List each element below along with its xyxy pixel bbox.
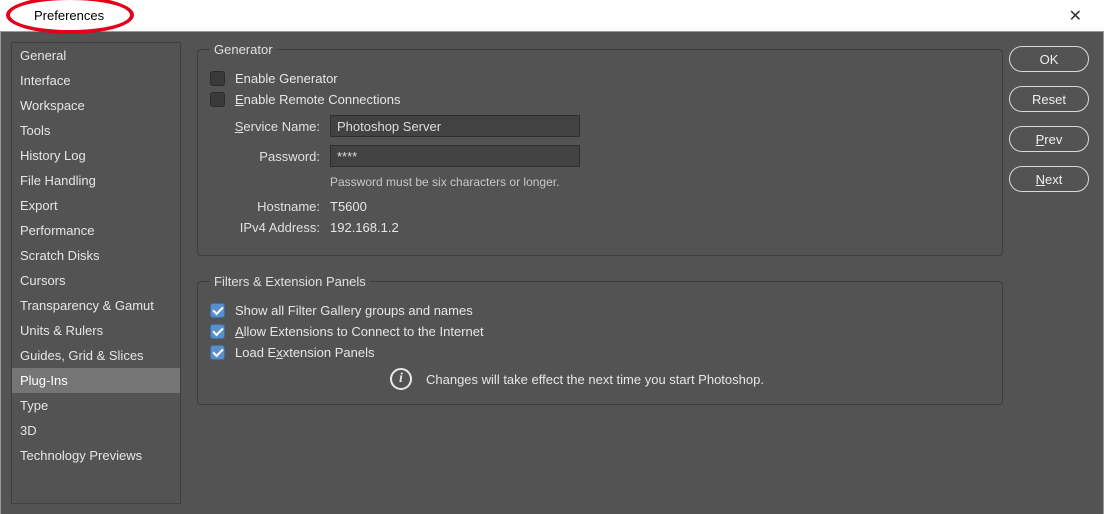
sidebar-item-units-rulers[interactable]: Units & Rulers: [12, 318, 180, 343]
enable-generator-checkbox[interactable]: [210, 71, 225, 86]
close-icon[interactable]: ✕: [1061, 2, 1090, 30]
enable-generator-label: Enable Generator: [235, 71, 338, 86]
sidebar-item-history-log[interactable]: History Log: [12, 143, 180, 168]
sidebar-item-cursors[interactable]: Cursors: [12, 268, 180, 293]
sidebar-item-tools[interactable]: Tools: [12, 118, 180, 143]
filters-group: Filters & Extension Panels Show all Filt…: [197, 274, 1003, 405]
generator-group: Generator Enable Generator Enable Remote…: [197, 42, 1003, 256]
info-icon: i: [390, 368, 412, 390]
load-ext-label: Load Exxtension Panels: [235, 345, 374, 360]
ipv4-value: 192.168.1.2: [330, 220, 399, 235]
sidebar-item-transparency-gamut[interactable]: Transparency & Gamut: [12, 293, 180, 318]
sidebar-item-3d[interactable]: 3D: [12, 418, 180, 443]
reset-button[interactable]: Reset: [1009, 86, 1089, 112]
sidebar-item-scratch-disks[interactable]: Scratch Disks: [12, 243, 180, 268]
ok-button[interactable]: OK: [1009, 46, 1089, 72]
enable-remote-label: Enable Remote Connections: [235, 92, 401, 107]
sidebar-item-export[interactable]: Export: [12, 193, 180, 218]
allow-ext-checkbox[interactable]: [210, 324, 225, 339]
sidebar-item-technology-previews[interactable]: Technology Previews: [12, 443, 180, 468]
service-name-input[interactable]: [330, 115, 580, 137]
password-hint: Password must be six characters or longe…: [330, 175, 990, 189]
sidebar-item-workspace[interactable]: Workspace: [12, 93, 180, 118]
prev-button[interactable]: Prev: [1009, 126, 1089, 152]
info-text: Changes will take effect the next time y…: [426, 372, 764, 387]
window-title: Preferences: [34, 8, 104, 23]
sidebar-item-performance[interactable]: Performance: [12, 218, 180, 243]
enable-remote-checkbox[interactable]: [210, 92, 225, 107]
generator-legend: Generator: [210, 42, 277, 57]
sidebar-item-guides-grid-slices[interactable]: Guides, Grid & Slices: [12, 343, 180, 368]
password-input[interactable]: [330, 145, 580, 167]
main-pane: Generator Enable Generator Enable Remote…: [191, 42, 1009, 504]
filters-legend: Filters & Extension Panels: [210, 274, 370, 289]
hostname-value: T5600: [330, 199, 367, 214]
dialog-buttons: OK Reset Prev Next: [1009, 42, 1089, 504]
sidebar-item-interface[interactable]: Interface: [12, 68, 180, 93]
show-all-checkbox[interactable]: [210, 303, 225, 318]
hostname-label: Hostname:: [210, 199, 320, 214]
allow-ext-label: Allow Extensions to Connect to the Inter…: [235, 324, 484, 339]
next-button[interactable]: Next: [1009, 166, 1089, 192]
sidebar-item-general[interactable]: General: [12, 43, 180, 68]
preferences-sidebar: General Interface Workspace Tools Histor…: [11, 42, 181, 504]
load-ext-checkbox[interactable]: [210, 345, 225, 360]
show-all-label: Show all Filter Gallery groups and names: [235, 303, 473, 318]
sidebar-item-file-handling[interactable]: File Handling: [12, 168, 180, 193]
service-name-label: Service Name:: [210, 119, 320, 134]
sidebar-item-type[interactable]: Type: [12, 393, 180, 418]
sidebar-item-plug-ins[interactable]: Plug-Ins: [12, 368, 180, 393]
password-label: Password:: [210, 149, 320, 164]
ipv4-label: IPv4 Address:: [210, 220, 320, 235]
